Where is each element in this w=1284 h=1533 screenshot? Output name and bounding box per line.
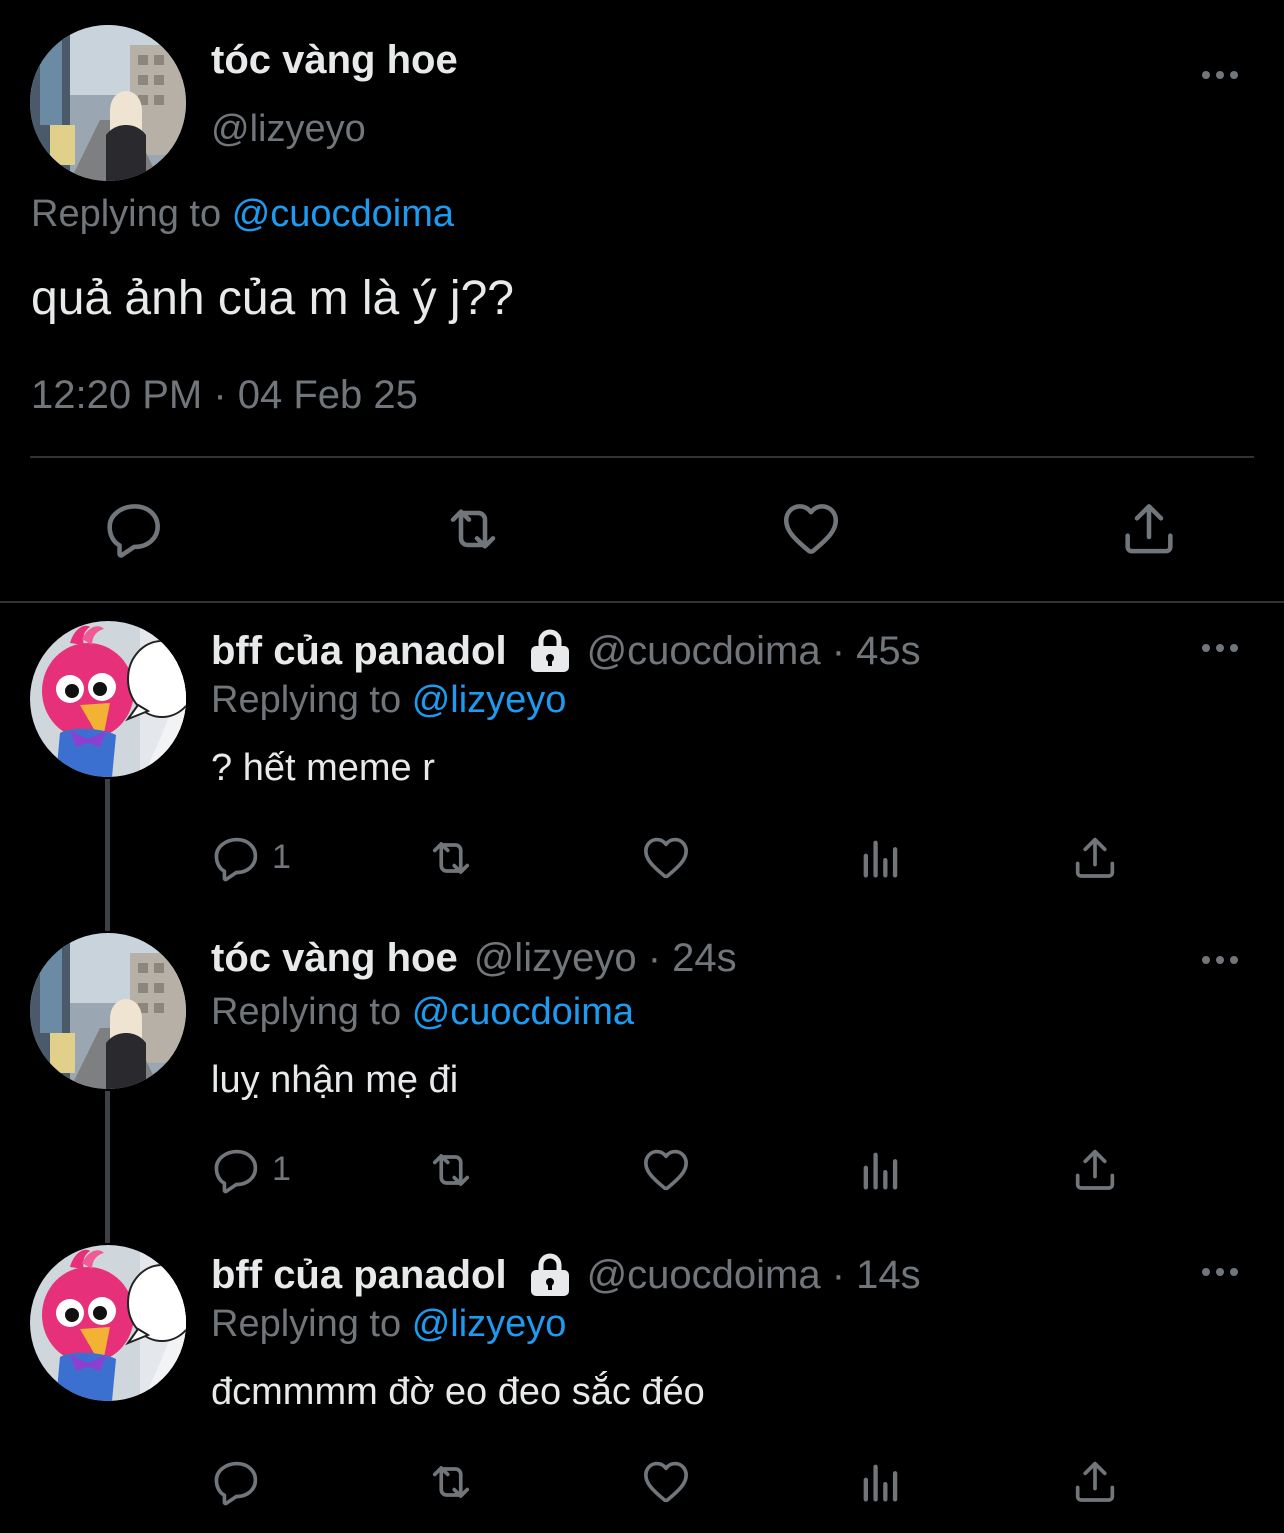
reply-handle-time: @cuocdoima · 45s: [586, 628, 921, 673]
reply-author-name[interactable]: bff của panadol: [211, 629, 507, 674]
retweet-icon[interactable]: [425, 1144, 477, 1196]
replying-to-prefix: Replying to: [31, 193, 222, 235]
reply-handle-time: @cuocdoima · 14s: [586, 1252, 921, 1297]
views-icon[interactable]: [855, 1144, 907, 1196]
reply-handle-time: @lizyeyo · 24s: [473, 936, 737, 980]
replying-to-handle-link[interactable]: @lizyeyo: [412, 1303, 567, 1345]
views-icon[interactable]: [855, 832, 907, 884]
share-icon[interactable]: [1069, 1144, 1121, 1196]
retweet-icon[interactable]: [441, 497, 505, 561]
more-options-icon[interactable]: [1196, 58, 1244, 92]
thread-connector: [105, 1091, 110, 1243]
reply-count: 1: [272, 1150, 291, 1188]
avatar-image: [30, 25, 186, 181]
like-icon[interactable]: [779, 497, 843, 561]
reply-author-name[interactable]: bff của panadol: [211, 1253, 507, 1298]
reply-text: ? hết meme r: [211, 747, 435, 789]
tweet-text: quả ảnh của m là ý j??: [31, 272, 514, 325]
reply-header: bff của panadol @cuocdoima · 45s: [211, 628, 921, 674]
replying-to-handle-link[interactable]: @lizyeyo: [412, 679, 567, 721]
divider: [30, 456, 1254, 458]
avatar-image: [30, 933, 186, 1089]
replying-to-line: Replying to @cuocdoima: [31, 193, 454, 236]
share-icon[interactable]: [1069, 832, 1121, 884]
reply-avatar[interactable]: [30, 621, 186, 777]
reply-header: tóc vàng hoe @lizyeyo · 24s: [211, 936, 737, 981]
reply-header: bff của panadol @cuocdoima · 14s: [211, 1252, 921, 1298]
lock-icon: [529, 628, 571, 674]
like-icon[interactable]: [640, 1456, 692, 1508]
reply-avatar[interactable]: [30, 1245, 186, 1401]
retweet-icon[interactable]: [425, 832, 477, 884]
share-icon[interactable]: [1069, 1456, 1121, 1508]
more-options-icon[interactable]: [1196, 631, 1244, 665]
replying-to-handle-link[interactable]: @cuocdoima: [412, 991, 634, 1033]
divider: [0, 601, 1284, 603]
replying-to-prefix: Replying to: [211, 991, 402, 1033]
replying-to-prefix: Replying to: [211, 1303, 402, 1345]
replying-to-line: Replying to @lizyeyo: [211, 679, 566, 722]
avatar-image: [30, 621, 186, 777]
replying-to-prefix: Replying to: [211, 679, 402, 721]
reply-author-name[interactable]: tóc vàng hoe: [211, 936, 458, 981]
reply-icon[interactable]: [211, 1456, 263, 1508]
tweet-timestamp[interactable]: 12:20 PM · 04 Feb 25: [31, 373, 418, 418]
reply-text: luỵ nhận mẹ đi: [211, 1059, 459, 1101]
reply-icon[interactable]: [211, 832, 263, 884]
thread-connector: [105, 779, 110, 931]
reply-count: 1: [272, 838, 291, 876]
avatar-image: [30, 1245, 186, 1401]
views-icon[interactable]: [855, 1456, 907, 1508]
replying-to-line: Replying to @lizyeyo: [211, 1303, 566, 1346]
author-avatar[interactable]: [30, 25, 186, 181]
share-icon[interactable]: [1117, 497, 1181, 561]
replying-to-line: Replying to @cuocdoima: [211, 991, 634, 1034]
like-icon[interactable]: [640, 832, 692, 884]
author-name[interactable]: tóc vàng hoe: [211, 38, 458, 83]
reply-icon[interactable]: [211, 1144, 263, 1196]
lock-icon: [529, 1252, 571, 1298]
more-options-icon[interactable]: [1196, 1255, 1244, 1289]
reply-avatar[interactable]: [30, 933, 186, 1089]
reply-icon[interactable]: [103, 497, 167, 561]
reply-text: đcmmmm đờ eo đeo sắc đéo: [211, 1371, 705, 1413]
replying-to-handle-link[interactable]: @cuocdoima: [232, 193, 454, 235]
more-options-icon[interactable]: [1196, 943, 1244, 977]
like-icon[interactable]: [640, 1144, 692, 1196]
author-handle[interactable]: @lizyeyo: [211, 108, 366, 151]
retweet-icon[interactable]: [425, 1456, 477, 1508]
